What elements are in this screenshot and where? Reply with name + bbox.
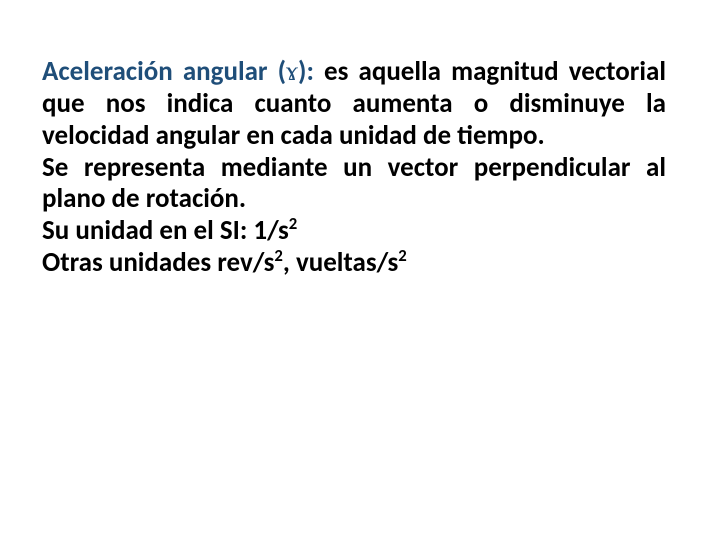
- representation-text: Se representa mediante un vector perpend…: [42, 151, 666, 216]
- term-prefix: Aceleración angular (: [42, 55, 286, 88]
- other-units-exp2: 2: [398, 246, 406, 266]
- si-unit-text: Su unidad en el SI: 1/s: [42, 214, 289, 247]
- alpha-symbol: ɤ: [286, 56, 298, 86]
- term-name: Aceleración angular (ɤ):: [42, 55, 314, 88]
- other-units-exp1: 2: [274, 246, 282, 266]
- other-units-pre: Otras unidades rev/s: [42, 246, 274, 279]
- si-unit-exponent: 2: [289, 214, 297, 234]
- other-units-mid: , vueltas/s: [283, 246, 398, 279]
- term-suffix: ):: [298, 55, 314, 88]
- slide: Aceleración angular (ɤ): es aquella magn…: [0, 0, 720, 540]
- definition-paragraph: Aceleración angular (ɤ): es aquella magn…: [42, 56, 666, 279]
